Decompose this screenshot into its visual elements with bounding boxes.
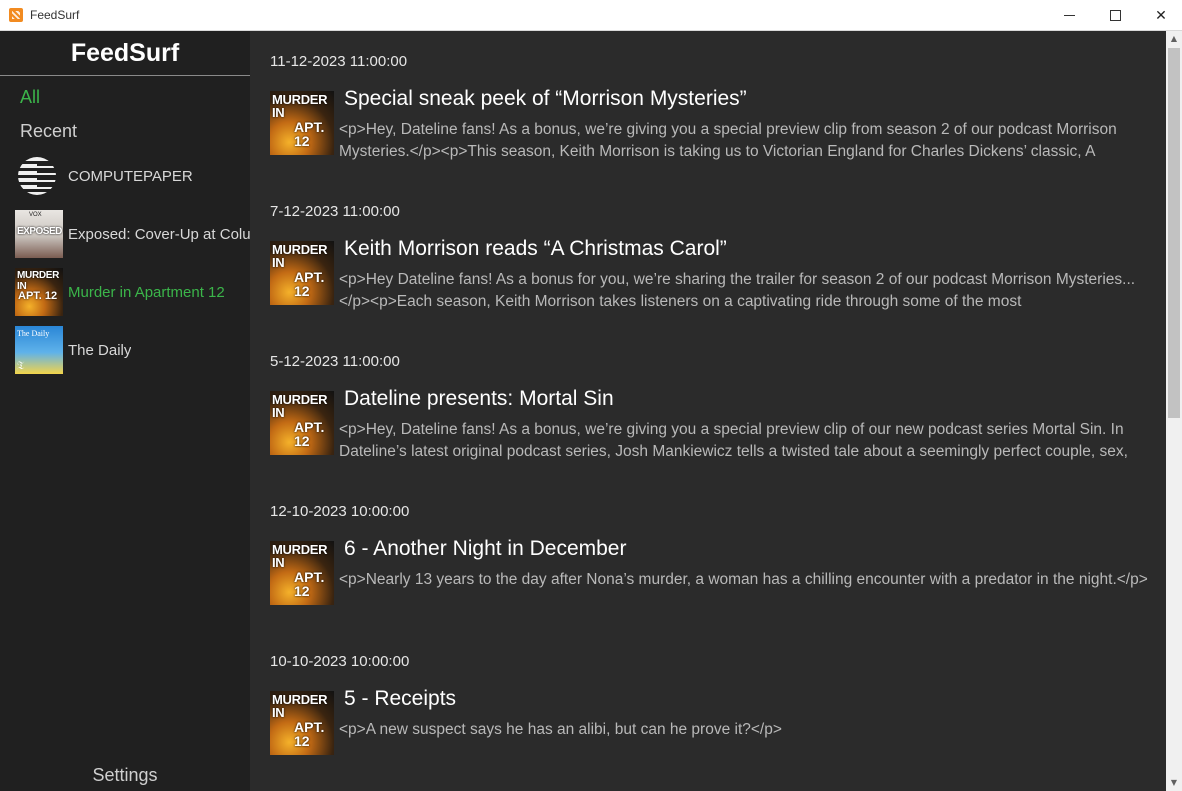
feed-item-murder-in-apartment-12[interactable]: MURDER IN APT. 12 Murder in Apartment 12 <box>15 268 250 316</box>
maximize-button[interactable] <box>1092 0 1138 31</box>
episode-title[interactable]: 5 - Receipts <box>344 687 456 711</box>
feed-label: The Daily <box>68 341 132 359</box>
nav-recent[interactable]: Recent <box>20 121 77 142</box>
feedsurf-app-icon <box>9 8 23 22</box>
minimize-icon <box>1063 15 1075 16</box>
episode-date: 10-10-2023 10:00:00 <box>270 653 410 670</box>
episode-description: <p>Hey, Dateline fans! As a bonus, we’re… <box>339 421 1128 460</box>
episode-cover-art: MURDER IN APT. 12 <box>270 91 334 155</box>
episode-item[interactable]: 7-12-2023 11:00:00 MURDER IN APT. 12 Kei… <box>270 181 1160 331</box>
brand-divider <box>0 75 250 76</box>
episode-description: <p>Hey Dateline fans! As a bonus for you… <box>339 271 1136 310</box>
episode-description: <p>A new suspect says he has an alibi, b… <box>339 721 782 738</box>
feed-item-computepaper[interactable]: COMPUTEPAPER <box>15 152 250 200</box>
settings-button[interactable]: Settings <box>0 765 250 786</box>
feed-label: Exposed: Cover-Up at Columbia <box>68 225 250 243</box>
episode-date: 11-12-2023 11:00:00 <box>270 53 408 70</box>
window-titlebar: FeedSurf ✕ <box>0 0 1182 31</box>
episode-title[interactable]: Special sneak peek of “Morrison Mysterie… <box>344 87 747 111</box>
episode-description: <p>Nearly 13 years to the day after Nona… <box>339 571 1148 588</box>
episode-title[interactable]: Keith Morrison reads “A Christmas Carol” <box>344 237 727 261</box>
sidebar: FeedSurf All Recent COMPUTEPAPER VOX EXP… <box>0 31 250 791</box>
episode-cover-art: MURDER IN APT. 12 <box>270 691 334 755</box>
episode-item[interactable]: 11-12-2023 11:00:00 MURDER IN APT. 12 Sp… <box>270 31 1160 181</box>
scroll-down-icon[interactable]: ▼ <box>1166 775 1182 791</box>
vertical-scrollbar[interactable]: ▲ ▼ <box>1166 31 1182 791</box>
episode-title[interactable]: 6 - Another Night in December <box>344 537 626 561</box>
feed-item-exposed[interactable]: VOX EXPOSED Exposed: Cover-Up at Columbi… <box>15 210 250 258</box>
computepaper-logo-icon <box>15 152 63 200</box>
maximize-icon <box>1109 10 1121 21</box>
episode-date: 7-12-2023 11:00:00 <box>270 203 400 220</box>
episode-item[interactable]: 12-10-2023 10:00:00 MURDER IN APT. 12 6 … <box>270 481 1160 631</box>
feed-item-the-daily[interactable]: The Daily 𝔗 The Daily <box>15 326 250 374</box>
scroll-up-icon[interactable]: ▲ <box>1166 31 1182 47</box>
feed-label: COMPUTEPAPER <box>68 167 193 185</box>
episode-item[interactable]: 10-10-2023 10:00:00 MURDER IN APT. 12 5 … <box>270 631 1160 781</box>
episode-cover-art: MURDER IN APT. 12 <box>270 541 334 605</box>
close-icon: ✕ <box>1155 7 1167 24</box>
close-button[interactable]: ✕ <box>1138 0 1182 31</box>
episode-list: 11-12-2023 11:00:00 MURDER IN APT. 12 Sp… <box>250 31 1166 791</box>
episode-item[interactable]: 5-12-2023 11:00:00 MURDER IN APT. 12 Dat… <box>270 331 1160 481</box>
scrollbar-thumb[interactable] <box>1168 48 1180 418</box>
feed-label: Murder in Apartment 12 <box>68 283 225 301</box>
murder-apt12-cover-art: MURDER IN APT. 12 <box>15 268 63 316</box>
episode-date: 5-12-2023 11:00:00 <box>270 353 400 370</box>
episode-title[interactable]: Dateline presents: Mortal Sin <box>344 387 614 411</box>
episode-cover-art: MURDER IN APT. 12 <box>270 241 334 305</box>
brand-title: FeedSurf <box>70 39 180 67</box>
the-daily-cover-art: The Daily 𝔗 <box>15 326 63 374</box>
window-title: FeedSurf <box>30 8 80 22</box>
exposed-cover-art: VOX EXPOSED <box>15 210 63 258</box>
episode-description: <p>Hey, Dateline fans! As a bonus, we’re… <box>339 121 1117 160</box>
episode-cover-art: MURDER IN APT. 12 <box>270 391 334 455</box>
minimize-button[interactable] <box>1046 0 1092 31</box>
episode-date: 12-10-2023 10:00:00 <box>270 503 410 520</box>
nav-all[interactable]: All <box>20 87 40 108</box>
